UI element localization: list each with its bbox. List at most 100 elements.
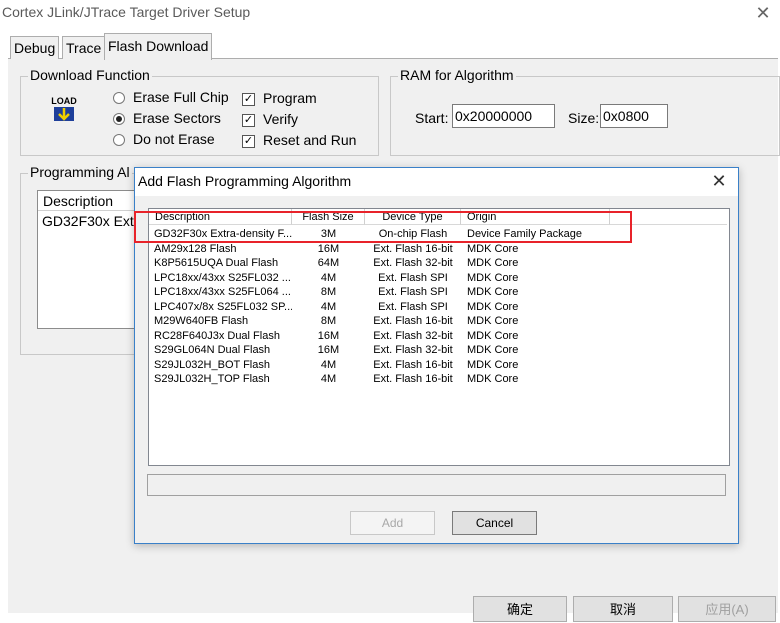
column-header-description[interactable]: Description bbox=[149, 209, 292, 225]
checkmark-icon[interactable]: ✓ bbox=[242, 113, 255, 127]
tab-debug[interactable]: Debug bbox=[10, 36, 60, 59]
tab-trace[interactable]: Trace bbox=[62, 36, 106, 59]
cell-flash-size: 16M bbox=[317, 242, 340, 255]
cell-origin: Device Family Package bbox=[467, 228, 582, 240]
checkbox-verify[interactable]: ✓ Verify bbox=[242, 109, 298, 129]
ram-legend: RAM for Algorithm bbox=[398, 67, 516, 83]
column-header-device-type[interactable]: Device Type bbox=[365, 209, 461, 225]
cell-origin: MDK Core bbox=[467, 358, 519, 371]
radio-erase-sectors[interactable]: Erase Sectors bbox=[113, 108, 221, 128]
cell-flash-size: 64M bbox=[317, 257, 340, 269]
table-row[interactable]: LPC18xx/43xx S25FL032 ... 4M Ext. Flash … bbox=[149, 271, 727, 286]
cell-flash-size: 4M bbox=[320, 358, 337, 371]
size-input[interactable]: 0x0800 bbox=[600, 104, 668, 128]
cell-origin: MDK Core bbox=[467, 329, 519, 342]
radio-selected-icon[interactable] bbox=[113, 113, 125, 126]
cell-device-type: Ext. Flash 16-bit bbox=[373, 373, 453, 385]
radio-icon[interactable] bbox=[113, 92, 125, 105]
close-icon[interactable]: ✕ bbox=[752, 2, 774, 24]
table-row[interactable]: S29JL032H_BOT Flash 4M Ext. Flash 16-bit… bbox=[149, 358, 727, 373]
table-row[interactable]: RC28F640J3x Dual Flash 16M Ext. Flash 32… bbox=[149, 329, 727, 344]
checkmark-icon[interactable]: ✓ bbox=[242, 134, 255, 148]
cell-device-type: On-chip Flash bbox=[378, 228, 448, 240]
radio-label: Do not Erase bbox=[133, 131, 215, 147]
download-function-legend: Download Function bbox=[28, 67, 152, 83]
cell-description: K8P5615UQA Dual Flash bbox=[154, 257, 279, 269]
cell-flash-size: 3M bbox=[320, 228, 337, 240]
column-header-filler bbox=[610, 209, 727, 225]
table-row[interactable]: K8P5615UQA Dual Flash 64M Ext. Flash 32-… bbox=[149, 256, 727, 271]
cell-origin: MDK Core bbox=[467, 257, 519, 269]
cell-origin: MDK Core bbox=[467, 242, 519, 255]
table-row[interactable]: LPC407x/8x S25FL032 SP... 4M Ext. Flash … bbox=[149, 300, 727, 315]
checkbox-label: Reset and Run bbox=[263, 132, 357, 148]
cell-description: S29JL032H_BOT Flash bbox=[154, 358, 270, 371]
window-title: Cortex JLink/JTrace Target Driver Setup bbox=[2, 4, 251, 20]
cell-flash-size: 4M bbox=[320, 300, 337, 313]
column-header-origin[interactable]: Origin bbox=[461, 209, 610, 225]
cell-origin: MDK Core bbox=[467, 300, 519, 313]
dialog-title: Add Flash Programming Algorithm bbox=[138, 173, 352, 189]
table-row[interactable]: S29JL032H_TOP Flash 4M Ext. Flash 16-bit… bbox=[149, 372, 727, 387]
checkbox-label: Verify bbox=[263, 111, 299, 127]
description-column-header[interactable]: Description bbox=[38, 191, 147, 211]
cell-description: AM29x128 Flash bbox=[154, 242, 237, 255]
cell-origin: MDK Core bbox=[467, 373, 519, 385]
cell-flash-size: 4M bbox=[320, 271, 337, 284]
radio-label: Erase Full Chip bbox=[133, 89, 229, 105]
radio-icon[interactable] bbox=[113, 134, 125, 147]
cell-device-type: Ext. Flash 32-bit bbox=[373, 257, 453, 269]
tab-flash-download[interactable]: Flash Download bbox=[104, 33, 213, 60]
cell-description: S29GL064N Dual Flash bbox=[154, 344, 271, 356]
cell-origin: MDK Core bbox=[467, 286, 519, 298]
cancel-button[interactable]: Cancel bbox=[452, 511, 537, 535]
cell-flash-size: 8M bbox=[320, 286, 337, 298]
column-header-flash-size[interactable]: Flash Size bbox=[292, 209, 365, 225]
table-row[interactable]: AM29x128 Flash 16M Ext. Flash 16-bit MDK… bbox=[149, 242, 727, 257]
table-row[interactable]: S29GL064N Dual Flash 16M Ext. Flash 32-b… bbox=[149, 343, 727, 358]
cell-device-type: Ext. Flash SPI bbox=[378, 300, 448, 313]
checkbox-reset-and-run[interactable]: ✓ Reset and Run bbox=[242, 130, 356, 150]
cell-description: LPC18xx/43xx S25FL064 ... bbox=[154, 286, 291, 298]
cell-description: GD32F30x Extra-density F... bbox=[154, 228, 292, 240]
cell-device-type: Ext. Flash 16-bit bbox=[373, 242, 453, 255]
cell-device-type: Ext. Flash 32-bit bbox=[373, 344, 453, 356]
checkbox-program[interactable]: ✓ Program bbox=[242, 88, 317, 108]
radio-do-not-erase[interactable]: Do not Erase bbox=[113, 129, 215, 149]
cell-description: S29JL032H_TOP Flash bbox=[154, 373, 270, 385]
table-row[interactable]: M29W640FB Flash 8M Ext. Flash 16-bit MDK… bbox=[149, 314, 727, 329]
cell-description: LPC407x/8x S25FL032 SP... bbox=[154, 300, 292, 313]
cell-device-type: Ext. Flash SPI bbox=[378, 271, 448, 284]
radio-erase-full-chip[interactable]: Erase Full Chip bbox=[113, 87, 229, 107]
cell-description: M29W640FB Flash bbox=[154, 315, 249, 327]
add-button[interactable]: Add bbox=[350, 511, 435, 535]
programming-algorithm-legend: Programming Al bbox=[28, 164, 132, 180]
close-icon[interactable]: ✕ bbox=[707, 170, 731, 192]
table-row[interactable]: GD32F30x Extra-density F... 3M On-chip F… bbox=[149, 227, 727, 242]
cell-origin: MDK Core bbox=[467, 315, 519, 327]
list-item[interactable]: GD32F30x Extr bbox=[42, 213, 146, 229]
cell-device-type: Ext. Flash 16-bit bbox=[373, 358, 453, 371]
cell-origin: MDK Core bbox=[467, 344, 519, 356]
cancel-button-main[interactable]: 取消 bbox=[573, 596, 673, 622]
checkbox-label: Program bbox=[263, 90, 317, 106]
apply-button[interactable]: 应用(A) bbox=[678, 596, 776, 622]
cell-description: LPC18xx/43xx S25FL032 ... bbox=[154, 271, 291, 284]
load-icon: LOAD bbox=[51, 96, 77, 121]
cell-flash-size: 4M bbox=[320, 373, 337, 385]
radio-label: Erase Sectors bbox=[133, 110, 221, 126]
ok-button[interactable]: 确定 bbox=[473, 596, 567, 622]
cell-flash-size: 8M bbox=[320, 315, 337, 327]
cell-device-type: Ext. Flash SPI bbox=[378, 286, 448, 298]
checkmark-icon[interactable]: ✓ bbox=[242, 92, 255, 106]
size-label: Size: bbox=[568, 110, 600, 126]
cell-origin: MDK Core bbox=[467, 271, 519, 284]
dialog-status-field bbox=[147, 474, 726, 496]
cell-device-type: Ext. Flash 32-bit bbox=[373, 329, 453, 342]
cell-flash-size: 16M bbox=[317, 329, 340, 342]
cell-device-type: Ext. Flash 16-bit bbox=[373, 315, 453, 327]
cell-flash-size: 16M bbox=[317, 344, 340, 356]
load-icon-text: LOAD bbox=[51, 96, 77, 106]
table-row[interactable]: LPC18xx/43xx S25FL064 ... 8M Ext. Flash … bbox=[149, 285, 727, 300]
start-address-input[interactable]: 0x20000000 bbox=[452, 104, 555, 128]
